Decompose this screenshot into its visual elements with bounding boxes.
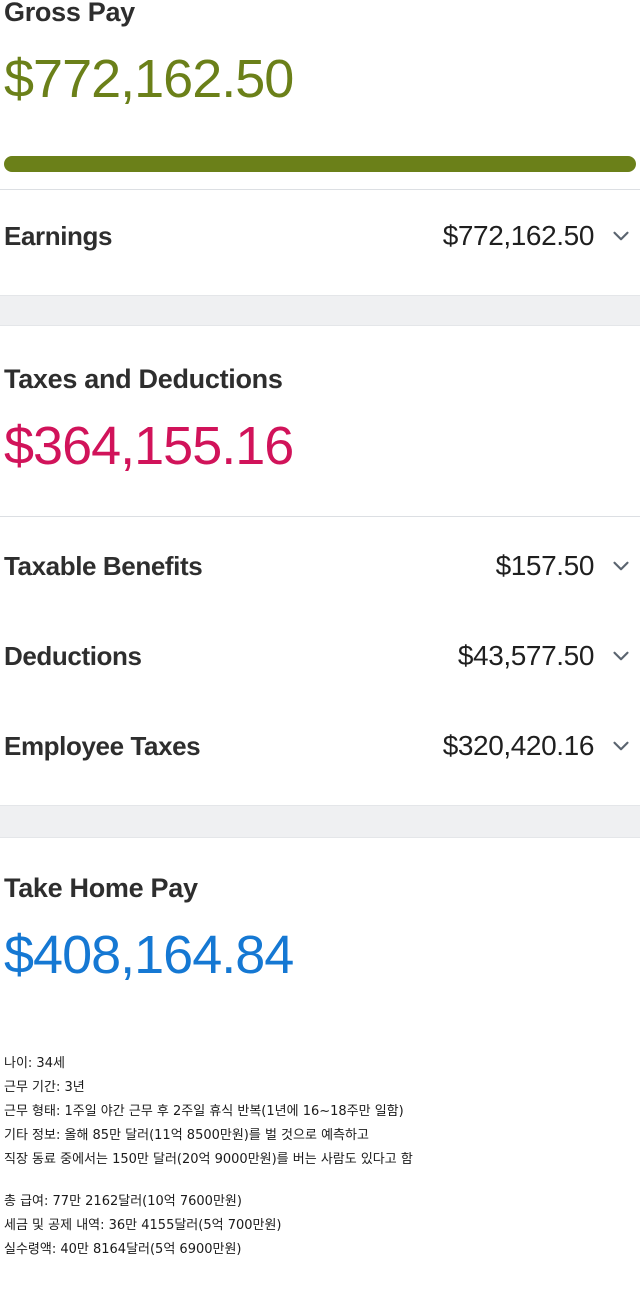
row-deductions-right: $43,577.50 xyxy=(458,640,634,672)
note-line: 총 급여: 77만 2162달러(10억 7600만원) xyxy=(4,1194,242,1209)
chevron-down-icon[interactable] xyxy=(608,643,634,669)
chevron-down-icon[interactable] xyxy=(608,553,634,579)
taxes-deductions-amount: $364,155.16 xyxy=(4,416,294,477)
notes-block: 나이: 34세 근무 기간: 3년 근무 형태: 1주일 야간 근무 후 2주일… xyxy=(0,1052,640,1262)
notes-spacer xyxy=(4,1172,636,1190)
gross-pay-progress-track xyxy=(4,156,636,172)
divider-below-taxes-amount xyxy=(0,516,640,517)
note-line: 기타 정보: 올해 85만 달러(11억 8500만원)를 벌 것으로 예측하고 xyxy=(4,1128,369,1143)
row-taxable-benefits[interactable]: Taxable Benefits $157.50 xyxy=(0,544,640,588)
row-employee-taxes[interactable]: Employee Taxes $320,420.16 xyxy=(0,724,640,768)
row-taxable-benefits-right: $157.50 xyxy=(496,550,634,582)
row-deductions[interactable]: Deductions $43,577.50 xyxy=(0,634,640,678)
row-deductions-value: $43,577.50 xyxy=(457,640,595,671)
section-separator-band-2 xyxy=(0,805,640,838)
row-taxable-benefits-label: Taxable Benefits xyxy=(4,550,203,581)
gross-pay-title: Gross Pay xyxy=(4,0,135,27)
gross-pay-amount: $772,162.50 xyxy=(4,49,294,110)
row-employee-taxes-right: $320,420.16 xyxy=(443,730,634,762)
row-employee-taxes-label: Employee Taxes xyxy=(4,730,201,761)
take-home-pay-title: Take Home Pay xyxy=(4,873,198,903)
note-line: 직장 동료 중에서는 150만 달러(20억 9000만원)를 버는 사람도 있… xyxy=(4,1152,413,1167)
section-separator-band-1 xyxy=(0,295,640,326)
payroll-summary-page: Gross Pay $772,162.50 Earnings $772,162.… xyxy=(0,0,640,1299)
chevron-down-icon[interactable] xyxy=(608,223,634,249)
take-home-pay-amount: $408,164.84 xyxy=(4,925,294,986)
row-earnings-value: $772,162.50 xyxy=(442,220,595,251)
note-line: 근무 형태: 1주일 야간 근무 후 2주일 휴식 반복(1년에 16~18주만… xyxy=(4,1104,404,1119)
row-earnings-right: $772,162.50 xyxy=(443,220,634,252)
taxes-deductions-title: Taxes and Deductions xyxy=(4,364,283,394)
note-line: 근무 기간: 3년 xyxy=(4,1080,85,1095)
note-line: 나이: 34세 xyxy=(4,1056,65,1071)
row-employee-taxes-value: $320,420.16 xyxy=(442,730,595,761)
gross-pay-section: Gross Pay $772,162.50 xyxy=(0,0,640,110)
row-taxable-benefits-value: $157.50 xyxy=(495,550,595,581)
take-home-pay-section: Take Home Pay $408,164.84 xyxy=(0,873,640,986)
note-line: 세금 및 공제 내역: 36만 4155달러(5억 700만원) xyxy=(4,1218,282,1233)
row-earnings[interactable]: Earnings $772,162.50 xyxy=(0,214,640,258)
taxes-deductions-section: Taxes and Deductions $364,155.16 xyxy=(0,364,640,477)
divider-below-progress xyxy=(0,189,640,190)
row-earnings-label: Earnings xyxy=(4,220,113,251)
note-line: 실수령액: 40만 8164달러(5억 6900만원) xyxy=(4,1242,242,1257)
chevron-down-icon[interactable] xyxy=(608,733,634,759)
row-deductions-label: Deductions xyxy=(4,640,142,671)
gross-pay-progress-fill xyxy=(4,156,636,172)
